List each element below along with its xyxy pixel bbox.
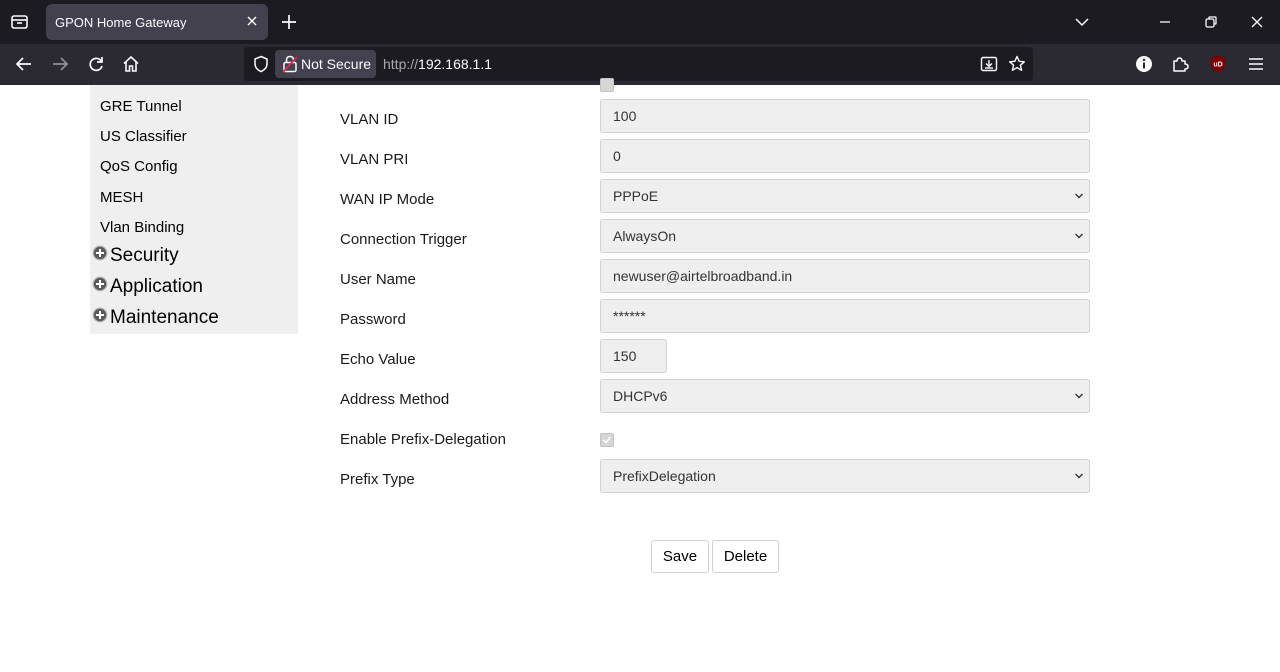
- reload-icon[interactable]: [86, 54, 106, 74]
- prefix-type-label: Prefix Type: [340, 471, 415, 488]
- connection-trigger-label: Connection Trigger: [340, 231, 467, 248]
- insecure-lock-icon: [282, 55, 298, 73]
- extensions-puzzle-icon[interactable]: [1170, 54, 1190, 74]
- forward-icon[interactable]: [50, 54, 70, 74]
- prefix-type-select[interactable]: PrefixDelegation: [600, 459, 1090, 493]
- prefix-type-value: PrefixDelegation: [613, 468, 716, 484]
- vlan-id-label: VLAN ID: [340, 111, 399, 128]
- password-label: Password: [340, 311, 406, 328]
- tab-title: GPON Home Gateway: [55, 15, 187, 30]
- tab-gpon-home-gateway[interactable]: GPON Home Gateway: [46, 4, 268, 40]
- connection-trigger-value: AlwaysOn: [613, 228, 677, 244]
- hamburger-menu-icon[interactable]: [1246, 54, 1266, 74]
- wan-ip-mode-select[interactable]: PPPoE: [600, 179, 1090, 213]
- user-name-label: User Name: [340, 271, 416, 288]
- delete-button[interactable]: Delete: [712, 540, 779, 573]
- close-tab-icon[interactable]: [245, 14, 259, 28]
- sidebar-category-label[interactable]: Security: [110, 245, 179, 267]
- user-name-input[interactable]: newuser@airtelbroadband.in: [600, 259, 1090, 293]
- bookmark-star-icon[interactable]: [1008, 55, 1026, 73]
- address-bar[interactable]: Not Secure http://192.168.1.1: [244, 47, 1033, 81]
- restore-icon[interactable]: [1201, 12, 1221, 32]
- echo-value-label: Echo Value: [340, 351, 416, 368]
- install-app-icon[interactable]: [980, 55, 998, 73]
- list-all-tabs-icon[interactable]: [8, 11, 32, 33]
- tracking-protection-shield-icon[interactable]: [252, 55, 270, 73]
- address-method-label: Address Method: [340, 391, 450, 408]
- expand-plus-icon[interactable]: [92, 245, 108, 261]
- chevron-down-icon: [1074, 232, 1084, 240]
- address-method-select[interactable]: DHCPv6: [600, 379, 1090, 413]
- svg-text:uD: uD: [1213, 62, 1222, 69]
- minimize-icon[interactable]: [1155, 12, 1175, 32]
- checkmark-icon: [602, 436, 612, 444]
- sidebar-category-label[interactable]: Maintenance: [110, 307, 219, 329]
- expand-plus-icon[interactable]: [92, 276, 108, 292]
- chevron-down-icon: [1074, 472, 1084, 480]
- close-window-icon[interactable]: [1247, 12, 1267, 32]
- wan-ip-mode-value: PPPoE: [613, 188, 659, 204]
- sidebar-menu: GRE Tunnel US Classifier QoS Config MESH…: [90, 85, 298, 334]
- url-host: 192.168.1.1: [418, 56, 492, 72]
- sidebar-item-gre-tunnel[interactable]: GRE Tunnel: [100, 98, 182, 115]
- not-secure-label: Not Secure: [301, 56, 372, 72]
- sidebar-item-us-classifier[interactable]: US Classifier: [100, 128, 187, 145]
- sidebar-item-mesh[interactable]: MESH: [100, 189, 143, 206]
- vlan-pri-label: VLAN PRI: [340, 151, 409, 168]
- sidebar-item-qos-config[interactable]: QoS Config: [100, 158, 178, 175]
- navigation-toolbar: Not Secure http://192.168.1.1 uD: [0, 44, 1280, 85]
- info-icon[interactable]: [1134, 54, 1154, 74]
- vlan-id-input[interactable]: 100: [600, 99, 1090, 133]
- url-text[interactable]: http://192.168.1.1: [383, 56, 492, 72]
- ublock-origin-icon[interactable]: uD: [1208, 54, 1228, 74]
- chevron-down-icon: [1074, 192, 1084, 200]
- password-input[interactable]: ******: [600, 299, 1090, 333]
- sidebar-category-label[interactable]: Application: [110, 276, 203, 298]
- back-icon[interactable]: [14, 54, 34, 74]
- vlan-pri-input[interactable]: 0: [600, 139, 1090, 173]
- expand-plus-icon[interactable]: [92, 307, 108, 323]
- chevron-down-icon[interactable]: [1072, 12, 1092, 32]
- address-method-value: DHCPv6: [613, 388, 668, 404]
- connection-trigger-select[interactable]: AlwaysOn: [600, 219, 1090, 253]
- url-scheme: http://: [383, 56, 419, 72]
- chevron-down-icon: [1074, 392, 1084, 400]
- sidebar-item-vlan-binding[interactable]: Vlan Binding: [100, 219, 184, 236]
- save-button[interactable]: Save: [651, 540, 709, 573]
- enable-prefix-delegation-label: Enable Prefix-Delegation: [340, 431, 506, 448]
- tab-strip: GPON Home Gateway: [0, 0, 1280, 44]
- wan-ip-mode-label: WAN IP Mode: [340, 191, 435, 208]
- echo-value-input[interactable]: 150: [600, 339, 667, 373]
- connection-not-secure-indicator[interactable]: Not Secure: [275, 50, 376, 78]
- partial-checkbox[interactable]: [600, 78, 614, 92]
- new-tab-icon[interactable]: [280, 13, 298, 31]
- home-icon[interactable]: [121, 54, 141, 74]
- enable-prefix-delegation-checkbox[interactable]: [600, 433, 614, 447]
